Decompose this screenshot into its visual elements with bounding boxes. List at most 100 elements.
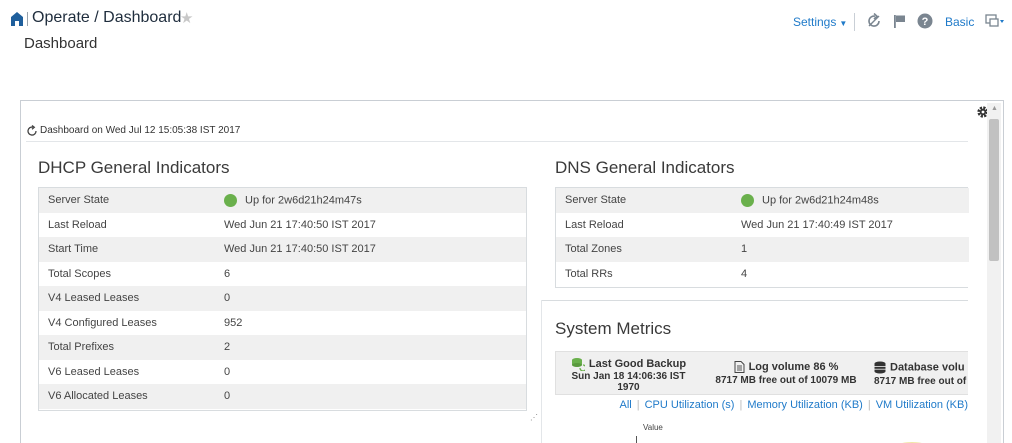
metrics-tabs: All | CPU Utilization (s) | Memory Utilizati… [555, 399, 969, 411]
row-value: 6 [224, 267, 231, 280]
row-label: Server State [556, 188, 732, 213]
breadcrumb: Operate / Dashboard [32, 9, 182, 26]
display-options-icon[interactable] [985, 13, 1005, 29]
backup-date: Sun Jan 18 14:06:36 IST [571, 371, 686, 382]
database-volume-detail: 8717 MB free out of [874, 376, 967, 387]
row-label: Last Reload [565, 218, 624, 231]
log-volume-tile: Log volume 86 % 8717 MB free out of 1007… [706, 352, 866, 394]
settings-menu[interactable]: Settings ▼ [793, 15, 847, 29]
row-value: Wed Jun 21 17:40:49 IST 2017 [741, 218, 893, 231]
table-row: Total RRs 4 [556, 262, 969, 287]
dns-indicators-table: Server State Up for 2w6d21h24m48s Last R… [556, 188, 969, 286]
dashboard-timestamp: Dashboard on Wed Jul 12 15:05:38 IST 201… [40, 125, 241, 136]
table-row: Total Zones 1 [556, 237, 969, 262]
vertical-scrollbar[interactable]: ▲ [987, 103, 1001, 443]
database-icon [874, 361, 886, 374]
help-icon[interactable]: ? [917, 13, 933, 29]
svg-text:?: ? [922, 16, 929, 28]
page-header: Operate / Dashboard ★ Dashboard Settings… [0, 0, 1012, 60]
tab-separator: | [739, 399, 743, 411]
metrics-tiles: Last Good Backup Sun Jan 18 14:06:36 IST… [555, 351, 968, 395]
backup-year: 1970 [617, 382, 640, 393]
chart-axis-label: Value [643, 423, 663, 432]
system-metrics-title: System Metrics [555, 319, 672, 338]
table-row: Server State Up for 2w6d21h24m48s [556, 188, 969, 213]
server-state-value: Up for 2w6d21h24m47s [245, 194, 362, 207]
favorite-star-icon[interactable]: ★ [180, 11, 193, 26]
settings-label: Settings [793, 15, 837, 29]
log-volume-title: Log volume 86 % [748, 360, 839, 373]
table-row: Last Reload Wed Jun 21 17:40:49 IST 2017 [556, 213, 969, 238]
caret-down-icon: ▼ [839, 19, 848, 28]
backup-title: Last Good Backup [588, 357, 687, 370]
row-label: V4 Configured Leases [48, 316, 157, 329]
next-section-peek [26, 437, 306, 443]
row-label: Server State [39, 188, 215, 213]
chart-y-axis [636, 436, 637, 443]
table-row: Server State Up for 2w6d21h24m47s [39, 188, 526, 213]
row-value: 0 [215, 384, 526, 409]
row-value: 4 [741, 267, 748, 280]
header-divider [854, 13, 855, 31]
table-row: Last Reload Wed Jun 21 17:40:50 IST 2017 [39, 213, 526, 238]
divider [26, 141, 968, 142]
table-row: V6 Allocated Leases 0 [39, 384, 526, 409]
tab-cpu-utilization[interactable]: CPU Utilization (s) [645, 399, 735, 411]
flag-icon[interactable] [892, 13, 908, 29]
dhcp-indicators-box: Server State Up for 2w6d21h24m47s Last R… [38, 187, 527, 411]
mode-toggle-basic[interactable]: Basic [945, 15, 974, 29]
row-value: Wed Jun 21 17:40:50 IST 2017 [224, 218, 376, 231]
tab-separator: | [636, 399, 640, 411]
tab-memory-utilization[interactable]: Memory Utilization (KB) [747, 399, 863, 411]
row-label: Total RRs [565, 267, 613, 280]
log-volume-detail: 8717 MB free out of 10079 MB [715, 375, 857, 386]
row-label: Last Reload [48, 218, 107, 231]
divider [541, 300, 542, 443]
row-value: 0 [215, 286, 526, 311]
tab-all[interactable]: All [620, 399, 632, 411]
table-row: V6 Leased Leases 0 [39, 360, 526, 385]
scroll-up-icon[interactable]: ▲ [991, 105, 998, 112]
row-value: 0 [224, 365, 231, 378]
home-icon[interactable] [11, 12, 23, 26]
row-label: V6 Allocated Leases [39, 384, 215, 409]
row-label: V4 Leased Leases [39, 286, 215, 311]
metrics-chart: Value [555, 414, 968, 443]
divider [541, 300, 968, 301]
table-row: Start Time Wed Jun 21 17:40:50 IST 2017 [39, 237, 526, 262]
database-volume-title: Database volu [890, 361, 965, 374]
refresh-icon[interactable] [866, 13, 882, 29]
row-label: Total Scopes [48, 267, 111, 280]
status-up-icon [741, 193, 754, 207]
dhcp-section-title: DHCP General Indicators [38, 158, 230, 177]
row-label: V6 Leased Leases [48, 365, 140, 378]
backup-tile: Last Good Backup Sun Jan 18 14:06:36 IST… [556, 352, 701, 394]
table-row: V4 Configured Leases 952 [39, 311, 526, 336]
database-volume-tile: Database volu 8717 MB free out of [874, 352, 968, 394]
refresh-icon[interactable] [26, 125, 38, 137]
scrollbar-thumb[interactable] [989, 119, 999, 261]
row-label: Start Time [39, 237, 215, 262]
row-value: Up for 2w6d21h24m47s [215, 188, 526, 213]
dashboard-panel: ▲ Dashboard on Wed Jul 12 15:05:38 IST 2… [20, 100, 1004, 443]
row-value: 952 [224, 316, 243, 329]
dhcp-indicators-table: Server State Up for 2w6d21h24m47s Last R… [39, 188, 526, 409]
tab-vm-utilization[interactable]: VM Utilization (KB) [876, 399, 968, 411]
log-file-icon [734, 361, 745, 373]
server-state-value: Up for 2w6d21h24m48s [762, 194, 879, 207]
row-value: Up for 2w6d21h24m48s [732, 188, 969, 213]
tab-separator: | [867, 399, 871, 411]
row-label: Total Zones [556, 237, 732, 262]
page-title: Dashboard [24, 35, 98, 52]
row-value: 1 [732, 237, 969, 262]
dns-indicators-box: Server State Up for 2w6d21h24m48s Last R… [555, 187, 969, 288]
resize-handle[interactable]: ⋰ [530, 414, 538, 422]
row-value: Wed Jun 21 17:40:50 IST 2017 [215, 237, 526, 262]
table-row: Total Scopes 6 [39, 262, 526, 287]
breadcrumb-separator [27, 12, 28, 26]
dns-section-title: DNS General Indicators [555, 158, 735, 177]
table-row: V4 Leased Leases 0 [39, 286, 526, 311]
table-row: Total Prefixes 2 [39, 335, 526, 360]
row-value: 2 [215, 335, 526, 360]
row-label: Total Prefixes [39, 335, 215, 360]
